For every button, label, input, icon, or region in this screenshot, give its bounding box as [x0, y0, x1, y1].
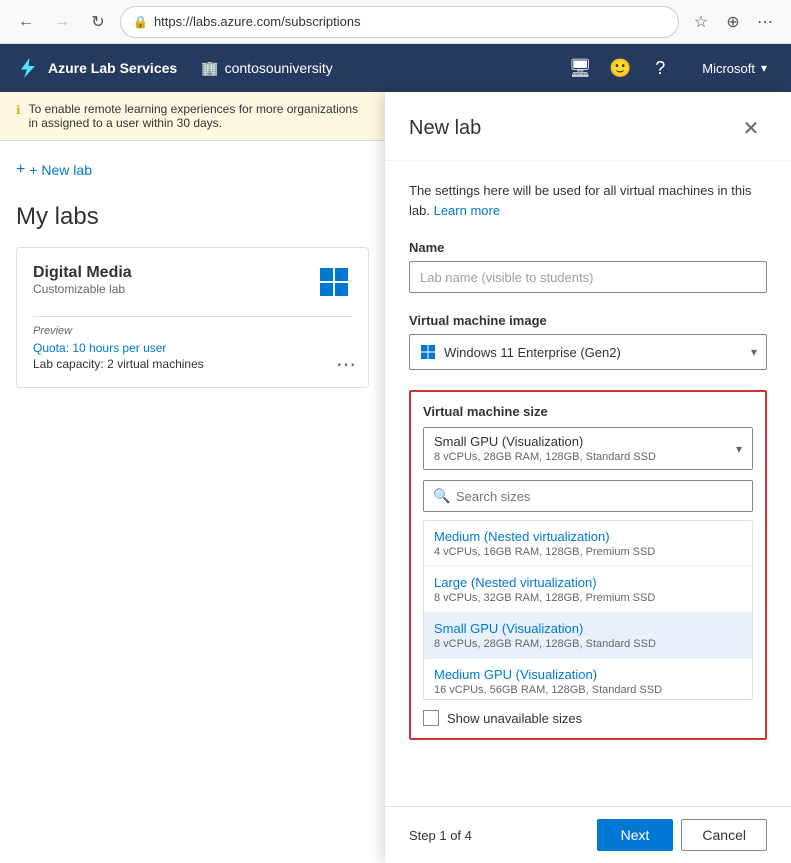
size-item-medium-nested[interactable]: Medium (Nested virtualization) 4 vCPUs, … [424, 521, 752, 567]
lab-quota: Quota: 10 hours per user [33, 341, 352, 355]
browser-actions: ☆ ⊕ ⋯ [687, 8, 779, 36]
more-button[interactable]: ⋯ [751, 8, 779, 36]
main-area: ℹ To enable remote learning experiences … [0, 92, 791, 863]
account-name: Microsoft [702, 61, 755, 76]
search-sizes-input[interactable] [423, 480, 753, 512]
cancel-button[interactable]: Cancel [681, 819, 767, 851]
help-icon-button[interactable]: ? [642, 50, 678, 86]
emoji-icon-button[interactable]: 🙂 [602, 50, 638, 86]
favorites-button[interactable]: ☆ [687, 8, 715, 36]
size-item-medium-gpu[interactable]: Medium GPU (Visualization) 16 vCPUs, 56G… [424, 659, 752, 700]
vm-size-section: Virtual machine size Small GPU (Visualiz… [409, 390, 767, 740]
search-sizes-wrapper: 🔍 [423, 480, 753, 512]
tenant-icon: 🏢 [201, 60, 218, 77]
windows-icon-container [316, 264, 352, 300]
lab-card-header: Digital Media Customizable lab [33, 264, 352, 308]
lab-card: Digital Media Customizable lab Preview [16, 247, 369, 388]
lab-divider [33, 316, 352, 317]
panel-footer: Step 1 of 4 Next Cancel [385, 806, 791, 863]
azure-topbar: Azure Lab Services 🏢 contosouniversity 🖥… [0, 44, 791, 92]
back-button[interactable]: ← [12, 8, 40, 36]
tenant-name: contosouniversity [225, 60, 333, 76]
vm-size-dropdown[interactable]: Small GPU (Visualization) 8 vCPUs, 28GB … [423, 427, 753, 470]
vm-image-select[interactable]: Windows 11 Enterprise (Gen2) [409, 334, 767, 370]
step-indicator: Step 1 of 4 [409, 828, 472, 843]
lab-card-title: Digital Media [33, 264, 132, 282]
info-icon: ℹ [16, 103, 21, 117]
vm-image-select-wrapper: Windows 11 Enterprise (Gen2) ▾ [409, 334, 767, 370]
panel-body: The settings here will be used for all v… [385, 161, 791, 806]
azure-logo: Azure Lab Services [16, 56, 177, 80]
quota-label: Quota: [33, 341, 69, 355]
collections-button[interactable]: ⊕ [719, 8, 747, 36]
monitor-icon-button[interactable]: 🖥 [562, 50, 598, 86]
new-lab-panel: New lab ✕ The settings here will be used… [385, 92, 791, 863]
vm-image-field: Virtual machine image Windows 11 Enterpr… [409, 313, 767, 370]
banner-text: To enable remote learning experiences fo… [29, 102, 369, 130]
windows-icon-small [420, 344, 436, 360]
learn-more-link[interactable]: Learn more [434, 203, 500, 218]
name-field: Name [409, 240, 767, 293]
new-lab-plus-icon: + [16, 161, 25, 179]
vm-size-selected-name: Small GPU (Visualization) [434, 434, 720, 449]
capacity-value: 2 virtual machines [107, 357, 204, 371]
app-title: Azure Lab Services [48, 60, 177, 76]
info-banner: ℹ To enable remote learning experiences … [0, 92, 385, 141]
new-lab-label: + New lab [29, 162, 92, 178]
azure-icon [16, 56, 40, 80]
panel-title: New lab [409, 117, 481, 140]
lab-card-subtitle: Customizable lab [33, 282, 132, 296]
tenant-switcher[interactable]: 🏢 contosouniversity [193, 56, 341, 81]
close-button[interactable]: ✕ [735, 112, 767, 144]
lab-capacity: Lab capacity: 2 virtual machines [33, 357, 352, 371]
panel-description: The settings here will be used for all v… [409, 181, 767, 220]
windows-logo-icon [318, 266, 350, 298]
footer-buttons: Next Cancel [597, 819, 767, 851]
lab-card-menu-button[interactable]: ⋯ [336, 355, 356, 375]
lab-status: Preview [33, 325, 352, 337]
vm-size-selected-specs: 8 vCPUs, 28GB RAM, 128GB, Standard SSD [434, 451, 720, 463]
topbar-icons: 🖥 🙂 ? [562, 50, 678, 86]
refresh-button[interactable]: ↻ [84, 8, 112, 36]
lock-icon: 🔒 [133, 15, 148, 29]
show-unavailable-label[interactable]: Show unavailable sizes [447, 711, 582, 726]
my-labs-title: My labs [16, 203, 369, 231]
sizes-list: Medium (Nested virtualization) 4 vCPUs, … [423, 520, 753, 700]
size-item-small-gpu[interactable]: Small GPU (Visualization) 8 vCPUs, 28GB … [424, 613, 752, 659]
new-lab-button[interactable]: + + New lab [16, 157, 92, 183]
vm-image-label: Virtual machine image [409, 313, 767, 328]
address-bar: 🔒 https://labs.azure.com/subscriptions [120, 6, 679, 38]
show-unavailable-row: Show unavailable sizes [423, 710, 753, 726]
size-item-large-nested[interactable]: Large (Nested virtualization) 8 vCPUs, 3… [424, 567, 752, 613]
next-button[interactable]: Next [597, 819, 674, 851]
forward-button[interactable]: → [48, 8, 76, 36]
capacity-label: Lab capacity: [33, 357, 104, 371]
quota-value: 10 hours per user [72, 341, 166, 355]
account-chevron: ▾ [761, 61, 767, 75]
left-panel-content: + + New lab My labs Digital Media Custom… [0, 141, 385, 404]
vm-size-label: Virtual machine size [423, 404, 753, 419]
name-input[interactable] [409, 261, 767, 293]
vm-size-chevron-icon: ▾ [736, 442, 742, 456]
panel-header: New lab ✕ [385, 92, 791, 161]
name-label: Name [409, 240, 767, 255]
left-panel: ℹ To enable remote learning experiences … [0, 92, 385, 863]
url-text: https://labs.azure.com/subscriptions [154, 14, 666, 29]
account-menu[interactable]: Microsoft ▾ [694, 57, 775, 80]
show-unavailable-checkbox[interactable] [423, 710, 439, 726]
vm-image-selected-text: Windows 11 Enterprise (Gen2) [444, 345, 621, 360]
browser-chrome: ← → ↻ 🔒 https://labs.azure.com/subscript… [0, 0, 791, 44]
